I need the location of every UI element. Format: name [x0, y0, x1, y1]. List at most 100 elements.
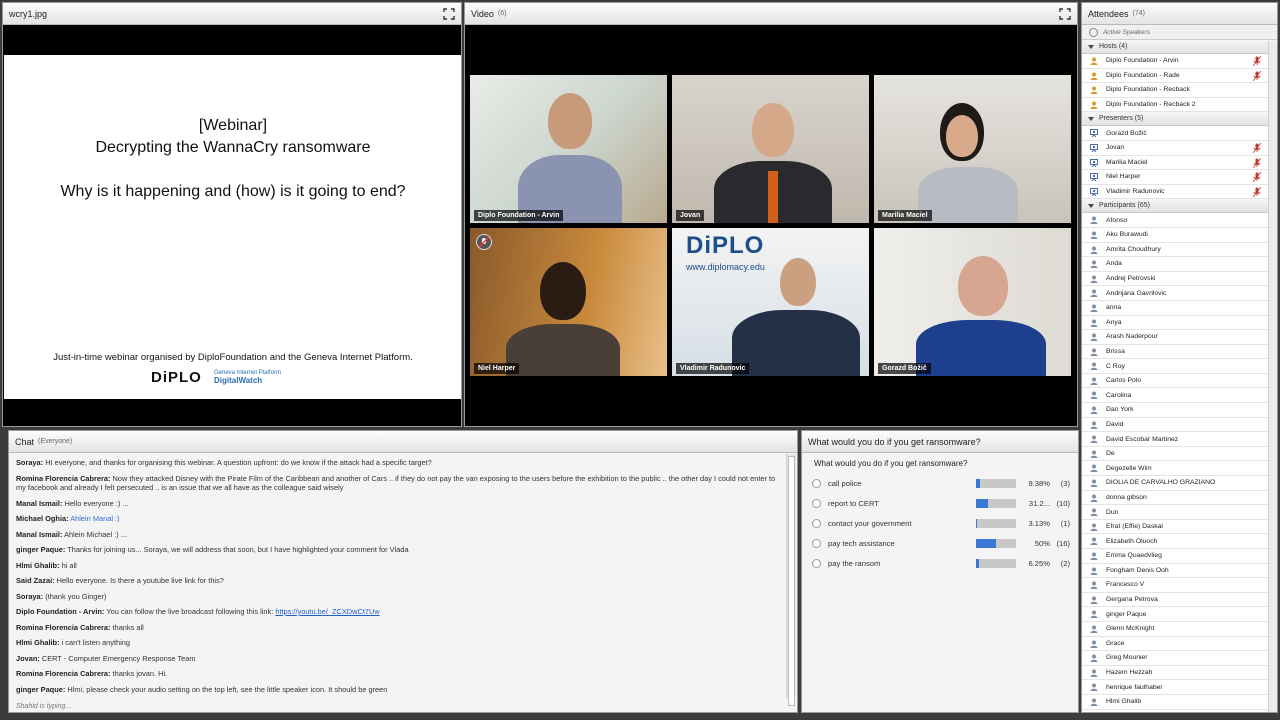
- poll-option[interactable]: report to CERT 31.2... (10): [812, 497, 1072, 511]
- video-tile-label: Marilia Maciel: [878, 210, 932, 221]
- poll-radio[interactable]: [812, 559, 821, 568]
- poll-option-label: report to CERT: [828, 499, 879, 508]
- attendee-row[interactable]: Emma Quaedvlieg: [1082, 549, 1277, 564]
- collapse-triangle-icon[interactable]: [1088, 44, 1094, 49]
- attendee-row[interactable]: Dun: [1082, 505, 1277, 520]
- attendee-row[interactable]: Afonso: [1082, 213, 1277, 228]
- attendee-row[interactable]: Degezelle Wim: [1082, 461, 1277, 477]
- attendee-row[interactable]: Jovan: [1082, 141, 1277, 156]
- attendee-row[interactable]: Anda: [1082, 257, 1277, 272]
- participant-icon: [1090, 479, 1098, 488]
- attendee-row[interactable]: Diplo Foundation - Rade: [1082, 69, 1277, 84]
- poll-percent: 50%: [1034, 539, 1050, 548]
- poll-radio[interactable]: [812, 539, 821, 548]
- attendee-row[interactable]: De: [1082, 447, 1277, 462]
- poll-result-bar: [976, 539, 1016, 548]
- attendee-row[interactable]: David: [1082, 418, 1277, 433]
- video-tile-marilia[interactable]: Marilia Maciel: [874, 75, 1071, 223]
- video-tile-niel[interactable]: Niel Harper: [470, 228, 667, 376]
- chat-scope[interactable]: (Everyone): [38, 438, 72, 445]
- attendee-row[interactable]: Andrej Petrovski: [1082, 272, 1277, 287]
- attendee-row[interactable]: C Roy: [1082, 359, 1277, 374]
- poll-option[interactable]: call police 9.38% (3): [812, 477, 1072, 491]
- fullscreen-icon[interactable]: [443, 8, 455, 20]
- youtube-link[interactable]: https://youtu.be/_ZCXDwCt7Uw: [275, 607, 379, 616]
- attendee-row[interactable]: Carlos Polo: [1082, 374, 1277, 389]
- attendee-row[interactable]: Hazem Hezzah: [1082, 666, 1277, 681]
- attendee-row[interactable]: Diplo Foundation - Recback 2: [1082, 98, 1277, 113]
- attendee-row[interactable]: Hlmi Ghalib: [1082, 695, 1277, 710]
- attendee-name: Fongham Denis Ooh: [1106, 566, 1169, 574]
- attendee-row[interactable]: ginger Paque: [1082, 607, 1277, 622]
- poll-radio[interactable]: [812, 499, 821, 508]
- poll-option[interactable]: pay tech assistance 50% (16): [812, 537, 1072, 551]
- video-tile-gorazd[interactable]: Gorazd Božič: [874, 228, 1071, 376]
- attendee-row[interactable]: DIOLIA DE CARVALHO GRAZIANO: [1082, 476, 1277, 491]
- poll-radio[interactable]: [812, 479, 821, 488]
- active-speakers[interactable]: Active Speakers: [1082, 25, 1277, 40]
- attendee-row[interactable]: Diplo Foundation - Recback: [1082, 83, 1277, 98]
- attendee-row[interactable]: Carolina: [1082, 388, 1277, 404]
- video-tile-label: Vladimir Radunovic: [676, 363, 750, 374]
- attendee-row[interactable]: Diplo Foundation - Arvin: [1082, 54, 1277, 69]
- poll-pod: What would you do if you get ransomware?…: [801, 430, 1079, 713]
- diplo-banner-url: www.diplomacy.edu: [686, 262, 765, 272]
- attendee-row[interactable]: anna: [1082, 301, 1277, 316]
- participant-icon: [1090, 421, 1098, 429]
- video-tile-label: Gorazd Božič: [878, 363, 931, 374]
- attendee-row[interactable]: Efrat (Effie) Daskal: [1082, 520, 1277, 535]
- attendee-name: De: [1106, 450, 1115, 458]
- collapse-triangle-icon[interactable]: [1088, 203, 1094, 208]
- fullscreen-icon[interactable]: [1059, 8, 1071, 20]
- attendee-row[interactable]: Amrita Choudhury: [1082, 243, 1277, 258]
- attendee-name: Jovan: [1106, 144, 1125, 152]
- attendee-row[interactable]: Dan York: [1082, 403, 1277, 418]
- attendee-row[interactable]: Greg Mounier: [1082, 651, 1277, 666]
- attendee-row[interactable]: Glenn McKnight: [1082, 622, 1277, 637]
- attendee-row[interactable]: Aku Burawudi: [1082, 228, 1277, 243]
- attendee-row[interactable]: Niel Harper: [1082, 170, 1277, 185]
- video-tile-vladimir[interactable]: DiPLO www.diplomacy.edu Vladimir Radunov…: [672, 228, 869, 376]
- participant-icon: [1090, 333, 1098, 342]
- attendee-group-participant[interactable]: Participants (65): [1082, 199, 1277, 214]
- attendee-row[interactable]: Grace: [1082, 637, 1277, 652]
- video-tile-jovan[interactable]: Jovan: [672, 75, 869, 223]
- participant-icon: [1090, 537, 1098, 546]
- attendee-row[interactable]: Francesco V: [1082, 578, 1277, 593]
- attendee-row[interactable]: donna gibson: [1082, 491, 1277, 506]
- group-label: Presenters (5): [1099, 115, 1144, 123]
- attendee-row[interactable]: Anya: [1082, 316, 1277, 331]
- attendee-row[interactable]: Arash Naderpour: [1082, 330, 1277, 345]
- attendee-row[interactable]: Fongham Denis Ooh: [1082, 564, 1277, 579]
- attendees-scrollbar[interactable]: [1268, 41, 1277, 712]
- attendee-row[interactable]: Marilia Maciel: [1082, 156, 1277, 171]
- chat-scrollbar[interactable]: [786, 454, 796, 706]
- attendee-name: Gorazd Božič: [1106, 129, 1147, 137]
- attendee-row[interactable]: Vladimir Radunovic: [1082, 185, 1277, 200]
- attendee-row[interactable]: Gorazd Božič: [1082, 126, 1277, 141]
- poll-option[interactable]: contact your government 3.13% (1): [812, 517, 1072, 531]
- attendee-row[interactable]: Andrijana Gavrilovic: [1082, 286, 1277, 301]
- video-tile-arvin[interactable]: Diplo Foundation - Arvin: [470, 75, 667, 223]
- poll-count: (1): [1060, 519, 1070, 528]
- attendee-row[interactable]: Elizabeth Oluoch: [1082, 534, 1277, 549]
- share-pod-header: wcry1.jpg: [3, 3, 461, 25]
- participant-icon: [1090, 289, 1098, 298]
- active-speakers-label: Active Speakers: [1103, 28, 1150, 36]
- poll-radio[interactable]: [812, 519, 821, 528]
- chat-scrollbar-thumb[interactable]: [788, 456, 795, 706]
- attendee-row[interactable]: henrique faulhaber: [1082, 680, 1277, 695]
- poll-option[interactable]: pay the ransom 6.25% (2): [812, 557, 1072, 571]
- attendee-name: Amrita Choudhury: [1106, 245, 1161, 253]
- attendee-row[interactable]: David Escobar Martinez: [1082, 432, 1277, 447]
- attendee-group-presenter[interactable]: Presenters (5): [1082, 112, 1277, 127]
- participant-icon: [1090, 683, 1098, 692]
- attendee-name: anna: [1106, 304, 1122, 312]
- attendee-row[interactable]: Brissa: [1082, 345, 1277, 360]
- share-pod-title: wcry1.jpg: [9, 8, 48, 19]
- microphone-icon: [1253, 70, 1261, 81]
- collapse-triangle-icon[interactable]: [1088, 116, 1094, 121]
- attendee-row[interactable]: Gergana Petrova: [1082, 593, 1277, 608]
- attendee-group-host[interactable]: Hosts (4): [1082, 40, 1277, 54]
- participant-icon: [1090, 377, 1098, 385]
